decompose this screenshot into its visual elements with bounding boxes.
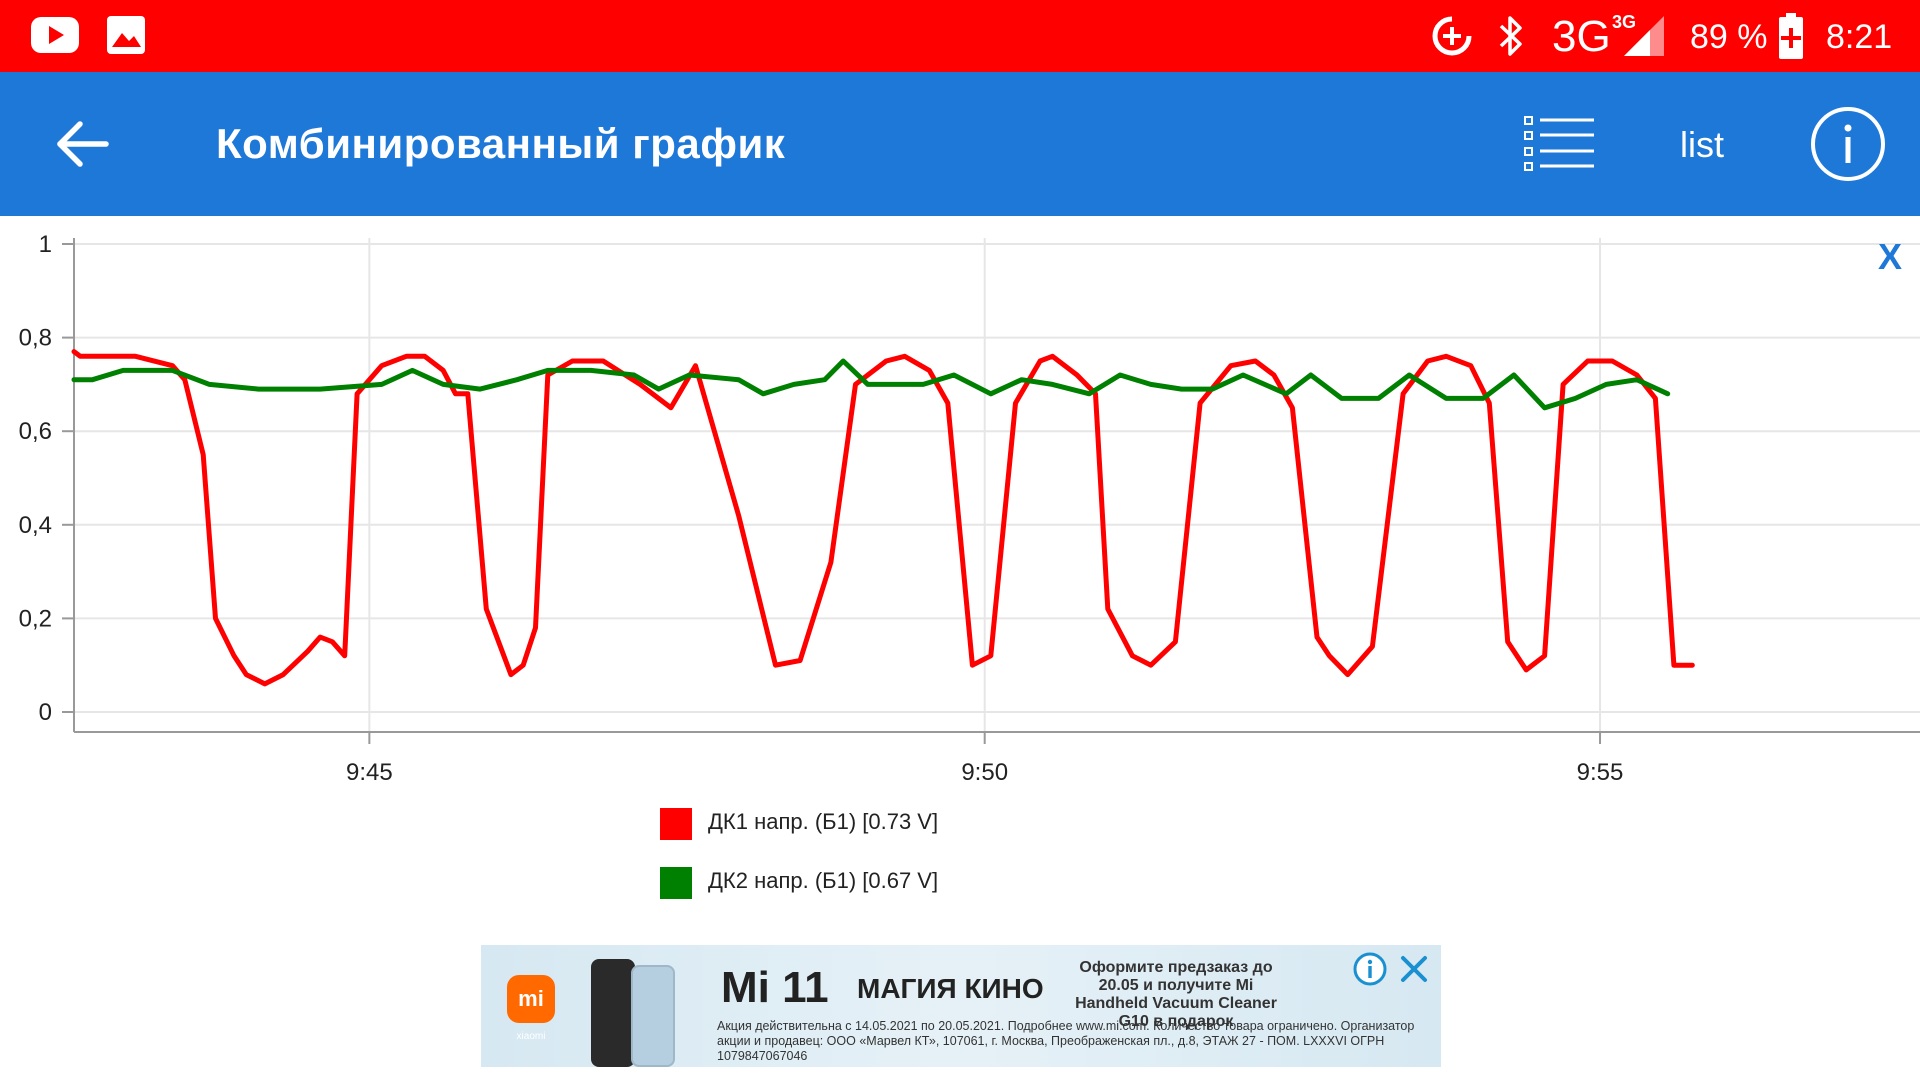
legend-item-dk2: ДК2 напр. (Б1) [0.67 V]	[660, 867, 1060, 899]
page-title: Комбинированный график	[216, 120, 786, 167]
x-tick-label: 9:45	[346, 759, 393, 786]
close-chart-button[interactable]: X	[1878, 236, 1902, 278]
legend-item-dk1: ДК1 напр. (Б1) [0.73 V]	[660, 808, 1060, 840]
signal-icon	[1624, 16, 1664, 56]
ad-headline: Mi 11	[721, 963, 829, 1012]
y-tick-label: 0,6	[19, 418, 52, 445]
ad-info-icon[interactable]	[1352, 951, 1388, 987]
battery-charging-icon	[1779, 13, 1803, 59]
ad-phone-image	[591, 959, 635, 1067]
clock-time: 8:21	[1826, 18, 1893, 56]
ad-phone-image-2	[631, 965, 675, 1067]
status-bar: 3G 3G 89 % 8:21	[0, 0, 1920, 72]
battery-percent: 89 %	[1690, 18, 1768, 56]
back-arrow-icon[interactable]	[54, 116, 110, 172]
series-line-dk2	[71, 358, 1671, 411]
chart: 0 0,2 0,4 0,6 0,8 1 9:45 9:50 9:55	[19, 231, 1920, 786]
y-tick-label: 0,8	[19, 325, 52, 352]
legend-label-dk1: ДК1 напр. (Б1) [0.73 V]	[708, 809, 939, 834]
list-button[interactable]: list	[1680, 124, 1724, 166]
info-icon[interactable]	[1810, 106, 1886, 182]
x-tick-label: 9:50	[961, 759, 1008, 786]
gallery-icon	[107, 16, 145, 54]
ad-banner[interactable]: mi xiaomi Mi 11 МАГИЯ КИНО Оформите пред…	[481, 945, 1441, 1067]
data-saver-icon	[1432, 16, 1472, 56]
legend-swatch-dk1	[660, 808, 692, 840]
y-tick-label: 0,2	[19, 605, 52, 632]
legend-label-dk2: ДК2 напр. (Б1) [0.67 V]	[708, 868, 939, 893]
list-icon[interactable]	[1524, 115, 1596, 173]
youtube-icon	[31, 17, 79, 53]
ad-close-icon[interactable]	[1396, 951, 1432, 987]
app-bar: Комбинированный график list	[0, 72, 1920, 216]
ad-brand-sub: xiaomi	[516, 1031, 546, 1042]
ad-brand-logo: mi	[507, 975, 555, 1023]
y-tick-label: 0	[39, 699, 52, 726]
network-type: 3G	[1552, 12, 1611, 61]
ad-disclaimer: Акция действительна с 14.05.2021 по 20.0…	[717, 1019, 1415, 1063]
ad-tagline: МАГИЯ КИНО	[857, 973, 1044, 1004]
x-tick-label: 9:55	[1577, 759, 1624, 786]
series-line-dk1	[71, 349, 1695, 687]
y-tick-label: 0,4	[19, 512, 52, 539]
y-tick-label: 1	[39, 231, 52, 258]
bluetooth-icon	[1499, 16, 1522, 56]
legend-swatch-dk2	[660, 867, 692, 899]
